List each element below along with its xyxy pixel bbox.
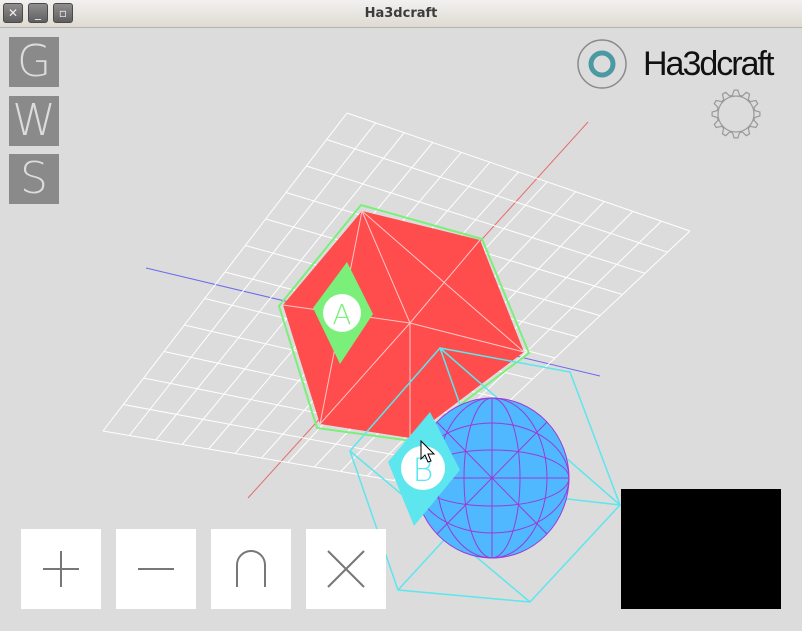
- cube-label-text: A: [332, 298, 351, 331]
- cross-button[interactable]: [306, 529, 386, 609]
- preview-panel: [621, 489, 781, 609]
- mode-button-g[interactable]: G: [9, 37, 59, 87]
- 3d-viewport[interactable]: A B G W S Ha3dcraft: [0, 28, 802, 631]
- app-logo: Ha3dcraft: [577, 39, 777, 91]
- logo-ring-icon: [577, 39, 627, 89]
- logo-text: Ha3dcraft: [643, 45, 774, 83]
- app-window: ✕ _ ▫ Ha3dcraft A B G W S Ha3dcraft: [0, 0, 802, 631]
- mode-button-w[interactable]: W: [9, 96, 59, 146]
- intersect-button[interactable]: [211, 529, 291, 609]
- window-title: Ha3dcraft: [364, 6, 438, 21]
- plus-icon: [43, 551, 79, 587]
- subtract-button[interactable]: [116, 529, 196, 609]
- gear-icon[interactable]: [710, 88, 762, 140]
- minus-icon: [138, 568, 174, 570]
- mode-button-s[interactable]: S: [9, 154, 59, 204]
- union-button[interactable]: [21, 529, 101, 609]
- title-bar: ✕ _ ▫ Ha3dcraft: [0, 0, 802, 28]
- multiply-icon: [327, 550, 365, 588]
- intersect-icon: [236, 550, 266, 587]
